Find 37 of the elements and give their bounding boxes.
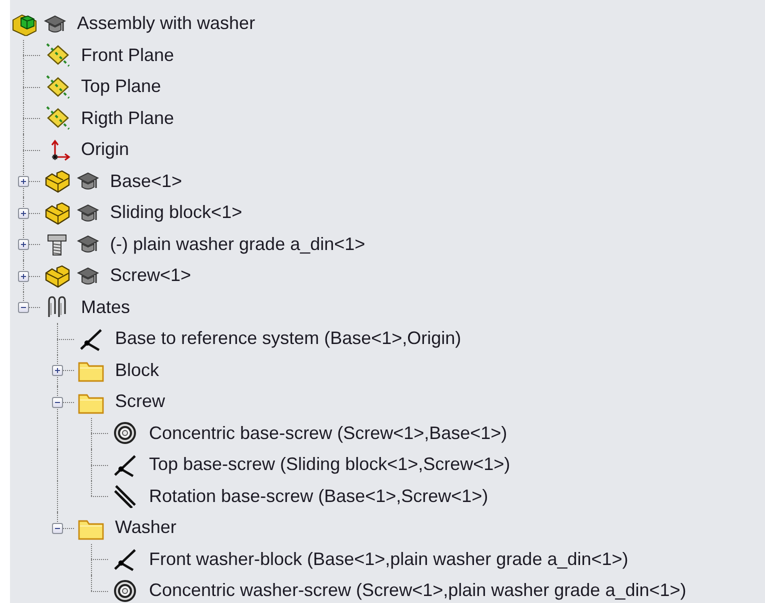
- tree-item-label[interactable]: Front washer-block (Base<1>,plain washer grade a_din<1>): [149, 548, 628, 570]
- expand-toggle[interactable]: [52, 396, 63, 408]
- expand-toggle[interactable]: [18, 176, 29, 188]
- tree-item-label[interactable]: Screw: [115, 391, 166, 412]
- tree-item-label[interactable]: Base<1>: [110, 170, 182, 192]
- tree-item-label[interactable]: Washer: [115, 517, 176, 538]
- tree-item-label[interactable]: (-) plain washer grade a_din<1>: [110, 234, 366, 255]
- tree-item-label[interactable]: Front Plane: [81, 44, 174, 66]
- graduation-cap-icon: [77, 233, 99, 256]
- tree-item-label[interactable]: Screw<1>: [110, 265, 192, 286]
- expand-toggle[interactable]: [52, 365, 63, 376]
- tree-item-label[interactable]: Rotation base-screw (Base<1>,Screw<1>): [149, 486, 488, 507]
- graduation-cap-icon: [77, 264, 99, 287]
- tree-item-label[interactable]: Rigth Plane: [81, 108, 174, 129]
- assembly-icon: [10, 12, 38, 36]
- expand-toggle[interactable]: [18, 208, 29, 219]
- tree-item-label[interactable]: Mates: [81, 296, 130, 318]
- expand-toggle[interactable]: [18, 239, 29, 250]
- expand-toggle[interactable]: [52, 522, 63, 534]
- tree-item-label[interactable]: Origin: [81, 139, 130, 160]
- tree-item-label[interactable]: Sliding block<1>: [110, 202, 242, 224]
- tree-item-label[interactable]: Top Plane: [81, 76, 162, 98]
- graduation-cap-icon: [44, 12, 66, 35]
- tree-item-label[interactable]: Concentric washer-screw (Screw<1>,plain washer grade a_din<1>): [149, 580, 686, 602]
- tree-item-label[interactable]: Concentric base-screw (Screw<1>,Base<1>): [149, 422, 508, 444]
- graduation-cap-icon: [77, 170, 99, 192]
- concentric-circles-icon: [111, 421, 139, 446]
- block-icon: [43, 264, 71, 288]
- tree-item-label[interactable]: Top base-screw (Sliding block<1>,Screw<1>): [149, 454, 510, 476]
- expand-toggle[interactable]: [18, 270, 29, 282]
- tree-item-label[interactable]: Block: [115, 360, 160, 381]
- tree-item-label[interactable]: Assembly with washer: [77, 13, 256, 34]
- block-icon: [43, 169, 71, 194]
- expand-toggle[interactable]: [18, 302, 29, 314]
- graduation-cap-icon: [77, 202, 99, 224]
- block-icon: [43, 200, 71, 225]
- tree-item-label[interactable]: Base to reference system (Base<1>,Origin): [115, 328, 462, 350]
